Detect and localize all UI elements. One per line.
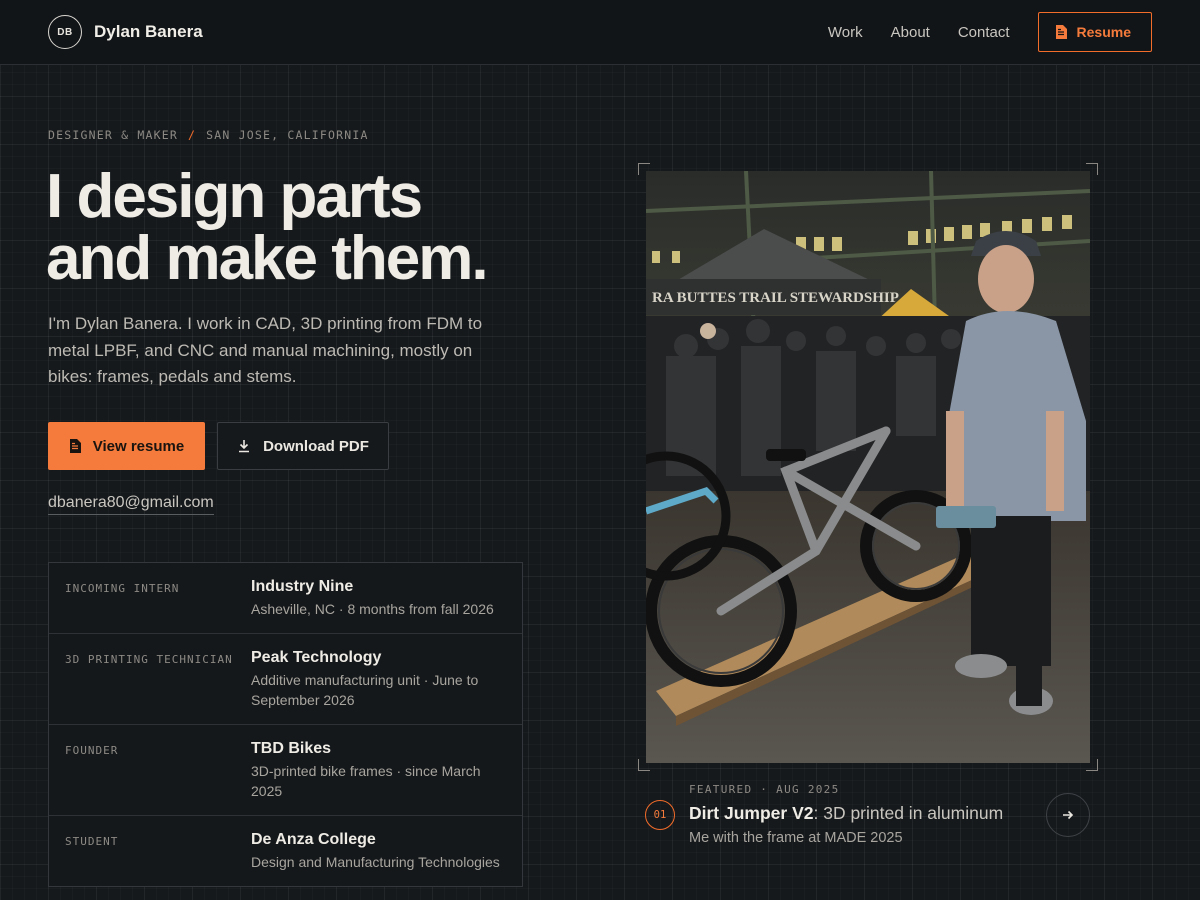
tent-banner-text: RA BUTTES TRAIL STEWARDSHIP	[652, 290, 899, 306]
site-header: DB Dylan Banera Work About Contact Resum…	[0, 0, 1200, 65]
headline-line-2: and make them.	[46, 224, 489, 293]
document-icon	[1055, 25, 1067, 39]
featured-subtitle: Me with the frame at MADE 2025	[689, 830, 903, 846]
experience-role: FOUNDER	[65, 744, 119, 757]
brand-name: Dylan Banera	[94, 22, 203, 41]
logo-badge: DB	[48, 15, 82, 49]
download-icon	[239, 440, 250, 453]
experience-org: Peak Technology	[251, 649, 382, 666]
experience-detail: Design and Manufacturing Technologies	[251, 854, 500, 870]
experience-row: FOUNDER TBD Bikes 3D-printed bike frames…	[49, 725, 522, 816]
view-resume-button[interactable]: View resume	[48, 422, 205, 470]
main-nav: Work About Contact Resume	[828, 12, 1152, 52]
headline-line-1: I design parts	[46, 162, 423, 231]
eyebrow-separator: /	[187, 128, 197, 142]
experience-table: INCOMING INTERN Industry Nine Asheville,…	[48, 562, 523, 887]
download-pdf-label: Download PDF	[263, 437, 369, 455]
experience-org: De Anza College	[251, 831, 376, 848]
resume-button[interactable]: Resume	[1037, 12, 1152, 52]
experience-row: 3D PRINTING TECHNICIAN Peak Technology A…	[49, 634, 522, 725]
experience-row: INCOMING INTERN Industry Nine Asheville,…	[49, 563, 522, 634]
experience-detail: Additive manufacturing unit · June to Se…	[251, 672, 479, 708]
hero-headline: I design parts and make them.	[46, 166, 586, 290]
nav-link-about[interactable]: About	[891, 24, 930, 41]
eyebrow-role: DESIGNER & MAKER	[48, 128, 178, 142]
featured-photo-frame: RA BUTTES TRAIL STEWARDSHIP	[638, 163, 1098, 771]
document-icon	[69, 439, 81, 453]
nav-link-work[interactable]: Work	[828, 24, 863, 41]
featured-meta: FEATURED · AUG 2025	[689, 783, 840, 796]
experience-detail: 3D-printed bike frames · since March 202…	[251, 763, 481, 799]
experience-org: TBD Bikes	[251, 740, 332, 757]
hero-eyebrow: DESIGNER & MAKER / SAN JOSE, CALIFORNIA	[48, 128, 369, 142]
view-resume-label: View resume	[92, 437, 185, 455]
photo-illustration: RA BUTTES TRAIL STEWARDSHIP	[646, 171, 1090, 763]
featured-title[interactable]: Dirt Jumper V2: 3D printed in aluminum	[689, 803, 1003, 824]
experience-role: STUDENT	[65, 835, 119, 848]
resume-button-label: Resume	[1076, 24, 1131, 40]
hero-intro: I'm Dylan Banera. I work in CAD, 3D prin…	[48, 314, 483, 386]
email-link[interactable]: dbanera80@gmail.com	[48, 494, 214, 515]
eyebrow-location: SAN JOSE, CALIFORNIA	[206, 128, 369, 142]
nav-link-contact[interactable]: Contact	[958, 24, 1010, 41]
download-pdf-button[interactable]: Download PDF	[217, 422, 389, 470]
experience-detail: Asheville, NC · 8 months from fall 2026	[251, 601, 494, 617]
experience-role: INCOMING INTERN	[65, 582, 180, 595]
experience-row: STUDENT De Anza College Design and Manuf…	[49, 816, 522, 886]
featured-title-rest: : 3D printed in aluminum	[813, 803, 1004, 823]
experience-role: 3D PRINTING TECHNICIAN	[65, 653, 233, 666]
brand[interactable]: DB Dylan Banera	[48, 15, 203, 49]
arrow-right-icon	[1063, 810, 1074, 820]
featured-photo[interactable]: RA BUTTES TRAIL STEWARDSHIP	[646, 171, 1090, 763]
featured-number: 01	[645, 800, 675, 830]
featured-title-bold: Dirt Jumper V2	[689, 803, 814, 823]
featured-next-button[interactable]	[1046, 793, 1090, 837]
experience-org: Industry Nine	[251, 578, 354, 595]
